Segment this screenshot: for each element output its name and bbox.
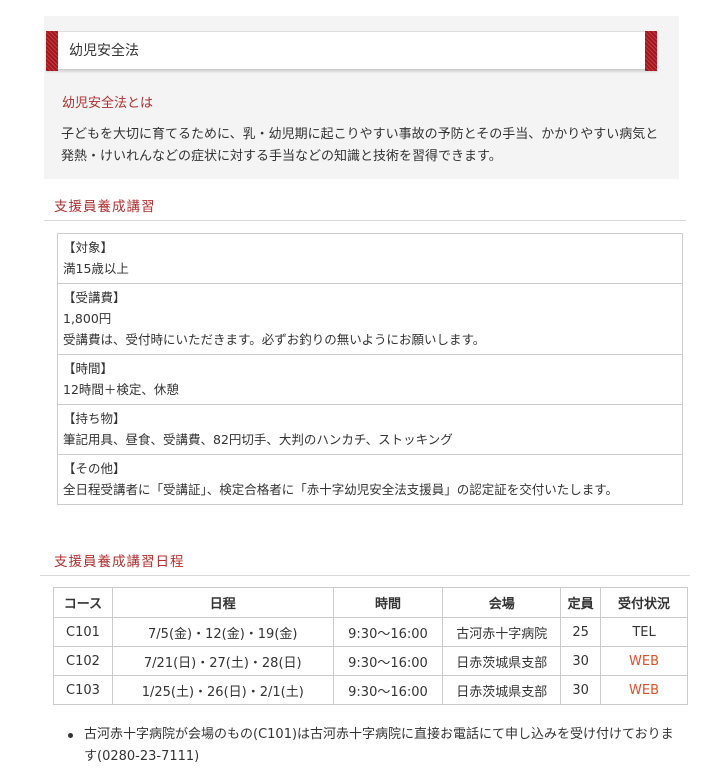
title-cap-left [46, 31, 58, 71]
course-capacity: 25 [560, 617, 602, 647]
info-label: 【持ち物】 [63, 411, 126, 426]
intro-heading: 幼児安全法とは [62, 96, 154, 111]
course-dates: 7/21(日)・27(土)・28(日) [111, 646, 334, 676]
column-header-time: 時間 [332, 587, 444, 618]
course-dates: 1/25(土)・26(日)・2/1(土) [111, 675, 334, 705]
note-list-item: 古河赤十字病院が会場のもの(C101)は古河赤十字病院に直接お電話にて申し込みを… [66, 724, 686, 768]
schedule-divider [40, 575, 690, 576]
schedule-heading: 支援員養成講習日程 [54, 554, 185, 570]
course-divider [44, 220, 686, 221]
table-header-row: コース 日程 時間 会場 定員 受付状況 [53, 587, 688, 618]
info-duration: 【時間】 12時間＋検定、休憩 [58, 354, 682, 404]
info-belongings: 【持ち物】 筆記用具、昼食、受講費、82円切手、大判のハンカチ、ストッキング [58, 404, 682, 454]
web-registration-link[interactable]: WEB [600, 675, 688, 705]
page: 幼児安全法 幼児安全法とは 子どもを大切に育てるために、乳・幼児期に起こりやすい… [0, 0, 720, 777]
course-time: 9:30～16:00 [332, 617, 444, 647]
info-other: 【その他】 全日程受講者に「受講証」、検定合格者に「赤十字幼児安全法支援員」の認… [58, 454, 682, 504]
course-code: C103 [53, 675, 113, 705]
table-row: C102 7/21(日)・27(土)・28(日) 9:30～16:00 日赤茨城… [53, 646, 688, 676]
info-label: 【時間】 [63, 361, 114, 376]
column-header-capacity: 定員 [560, 587, 602, 618]
column-header-status: 受付状況 [600, 587, 688, 618]
info-value: 全日程受講者に「受講証」、検定合格者に「赤十字幼児安全法支援員」の認定証を交付い… [63, 482, 619, 497]
course-venue: 日赤茨城県支部 [442, 675, 562, 705]
note-text: 古河赤十字病院が会場のもの(C101)は古河赤十字病院に直接お電話にて申し込みを… [84, 727, 674, 764]
course-venue: 日赤茨城県支部 [442, 646, 562, 676]
table-row: C103 1/25(土)・26(日)・2/1(土) 9:30～16:00 日赤茨… [53, 675, 688, 705]
course-time: 9:30～16:00 [332, 675, 444, 705]
info-value: 受講費は、受付時にいただきます。必ずお釣りの無いようにお願いします。 [63, 332, 486, 347]
column-header-dates: 日程 [111, 587, 334, 618]
info-value: 満15歳以上 [63, 261, 129, 276]
bullet-icon [68, 733, 73, 738]
info-label: 【受講費】 [63, 290, 126, 305]
table-row: C101 7/5(金)・12(金)・19(金) 9:30～16:00 古河赤十字… [53, 617, 688, 647]
info-value: 筆記用具、昼食、受講費、82円切手、大判のハンカチ、ストッキング [63, 432, 453, 447]
column-header-course: コース [53, 587, 113, 618]
course-dates: 7/5(金)・12(金)・19(金) [111, 617, 334, 647]
course-code: C101 [53, 617, 113, 647]
info-label: 【対象】 [63, 240, 114, 255]
info-value: 1,800円 [63, 311, 112, 326]
course-venue: 古河赤十字病院 [442, 617, 562, 647]
title-bar: 幼児安全法 [46, 31, 657, 71]
title-cap-right [645, 31, 657, 71]
column-header-venue: 会場 [442, 587, 562, 618]
info-label: 【その他】 [63, 461, 126, 476]
intro-text: 子どもを大切に育てるために、乳・幼児期に起こりやすい事故の予防とその手当、かかり… [61, 127, 659, 164]
course-time: 9:30～16:00 [332, 646, 444, 676]
course-info-box: 【対象】 満15歳以上 【受講費】 1,800円 受講費は、受付時にいただきます… [57, 233, 683, 505]
schedule-table: コース 日程 時間 会場 定員 受付状況 C101 7/5(金)・12(金)・1… [53, 587, 688, 705]
info-target: 【対象】 満15歳以上 [58, 234, 682, 283]
page-title: 幼児安全法 [69, 43, 139, 59]
course-capacity: 30 [560, 646, 602, 676]
registration-status: TEL [600, 617, 688, 647]
course-heading: 支援員養成講習 [54, 199, 156, 215]
info-value: 12時間＋検定、休憩 [63, 382, 179, 397]
course-capacity: 30 [560, 675, 602, 705]
web-registration-link[interactable]: WEB [600, 646, 688, 676]
info-fee: 【受講費】 1,800円 受講費は、受付時にいただきます。必ずお釣りの無いように… [58, 283, 682, 354]
course-code: C102 [53, 646, 113, 676]
